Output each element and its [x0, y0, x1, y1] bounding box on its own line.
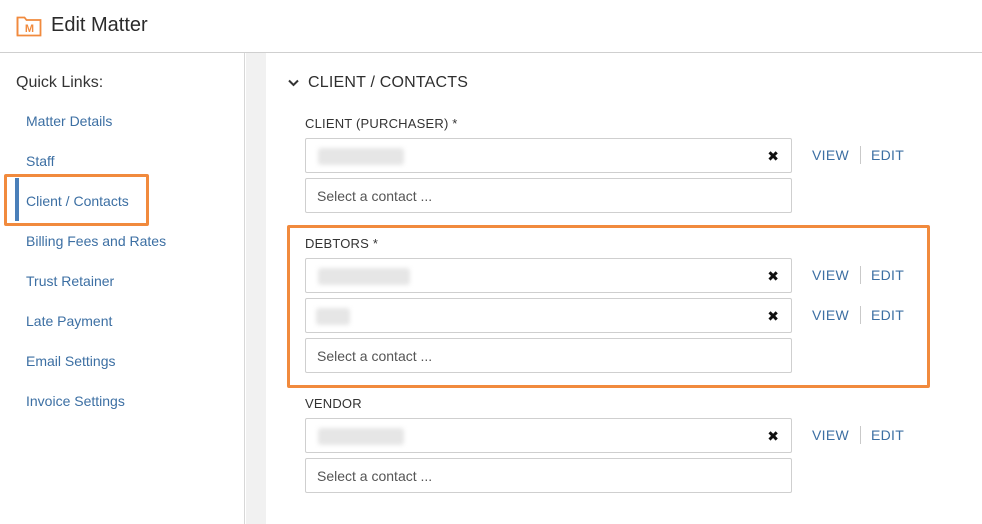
client-select-input[interactable]: Select a contact ... — [305, 178, 792, 213]
sidebar-item-matter-details[interactable]: Matter Details — [26, 113, 112, 129]
close-icon[interactable]: ✖ — [767, 268, 779, 285]
divider — [859, 266, 861, 284]
debtor-1-view-link[interactable]: VIEW — [812, 267, 849, 283]
section-header[interactable]: CLIENT / CONTACTS — [288, 74, 468, 92]
redacted-value — [318, 148, 404, 165]
debtor-2-selected-field[interactable]: ✖ — [305, 298, 792, 333]
debtor-1-edit-link[interactable]: EDIT — [871, 267, 904, 283]
sidebar-item-billing-fees[interactable]: Billing Fees and Rates — [26, 233, 166, 249]
vendor-edit-link[interactable]: EDIT — [871, 427, 904, 443]
client-label: CLIENT (PURCHASER) * — [305, 116, 458, 131]
divider — [859, 306, 861, 324]
highlight-box-sidebar — [4, 174, 149, 226]
close-icon[interactable]: ✖ — [767, 308, 779, 325]
sidebar-item-invoice-settings[interactable]: Invoice Settings — [26, 393, 125, 409]
divider — [859, 146, 861, 164]
debtor-2-view-link[interactable]: VIEW — [812, 307, 849, 323]
chevron-down-icon[interactable] — [288, 79, 299, 87]
vendor-select-input[interactable]: Select a contact ... — [305, 458, 792, 493]
vendor-select-placeholder: Select a contact ... — [317, 468, 433, 484]
logo-letter: M — [25, 23, 34, 35]
client-select-placeholder: Select a contact ... — [317, 188, 433, 204]
debtor-2-actions: VIEW EDIT — [812, 306, 904, 324]
debtor-1-selected-field[interactable]: ✖ — [305, 258, 792, 293]
matter-folder-icon: M — [16, 16, 42, 37]
divider — [859, 426, 861, 444]
client-edit-link[interactable]: EDIT — [871, 147, 904, 163]
redacted-value — [318, 428, 404, 445]
debtor-2-edit-link[interactable]: EDIT — [871, 307, 904, 323]
debtors-select-placeholder: Select a contact ... — [317, 348, 433, 364]
client-actions: VIEW EDIT — [812, 146, 904, 164]
page-title: Edit Matter — [51, 14, 148, 36]
section-title: CLIENT / CONTACTS — [308, 74, 469, 91]
page-header: M Edit Matter — [0, 0, 982, 53]
redacted-value — [316, 308, 350, 325]
close-icon[interactable]: ✖ — [767, 428, 779, 445]
vendor-view-link[interactable]: VIEW — [812, 427, 849, 443]
sidebar-item-staff[interactable]: Staff — [26, 153, 55, 169]
debtors-select-input[interactable]: Select a contact ... — [305, 338, 792, 373]
redacted-value — [318, 268, 410, 285]
quick-links-title: Quick Links: — [16, 74, 104, 91]
vendor-label: VENDOR — [305, 396, 362, 411]
gutter — [246, 53, 266, 524]
debtor-1-actions: VIEW EDIT — [812, 266, 904, 284]
sidebar-item-late-payment[interactable]: Late Payment — [26, 313, 112, 329]
client-view-link[interactable]: VIEW — [812, 147, 849, 163]
vendor-actions: VIEW EDIT — [812, 426, 904, 444]
vendor-selected-field[interactable]: ✖ — [305, 418, 792, 453]
close-icon[interactable]: ✖ — [767, 148, 779, 165]
sidebar-item-email-settings[interactable]: Email Settings — [26, 353, 115, 369]
client-selected-field[interactable]: ✖ — [305, 138, 792, 173]
sidebar-item-trust-retainer[interactable]: Trust Retainer — [26, 273, 114, 289]
debtors-label: DEBTORS * — [305, 236, 379, 251]
